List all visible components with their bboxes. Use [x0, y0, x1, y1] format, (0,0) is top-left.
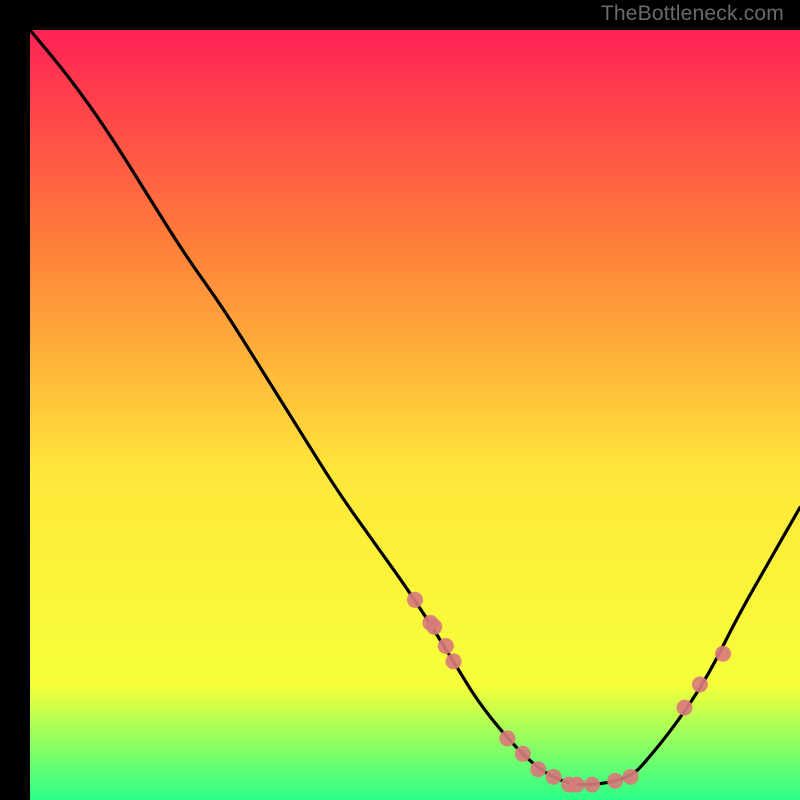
data-point — [569, 777, 585, 793]
data-point — [438, 638, 454, 654]
data-point — [546, 769, 562, 785]
data-point — [530, 761, 546, 777]
data-point — [407, 592, 423, 608]
data-point — [426, 619, 442, 635]
chart-frame — [15, 15, 785, 785]
data-point — [692, 677, 708, 693]
data-point — [515, 746, 531, 762]
data-point — [607, 773, 623, 789]
data-point — [715, 646, 731, 662]
data-point — [446, 653, 462, 669]
data-point — [584, 777, 600, 793]
watermark-text: TheBottleneck.com — [601, 2, 784, 26]
data-point — [623, 769, 639, 785]
gradient-background — [30, 30, 800, 800]
plot-area — [30, 30, 800, 800]
data-point — [677, 700, 693, 716]
chart-svg — [30, 30, 800, 800]
data-point — [499, 730, 515, 746]
